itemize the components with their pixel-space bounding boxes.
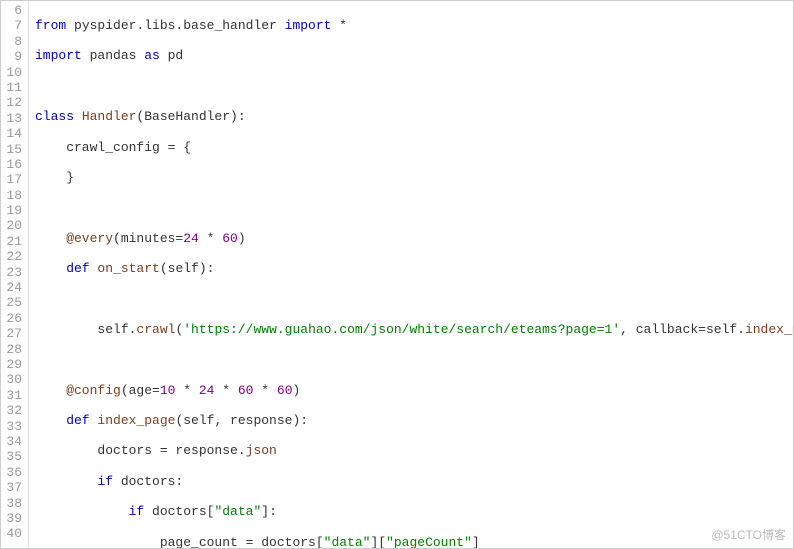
code-editor[interactable]: 6789101112131415161718192021222324252627…: [0, 0, 794, 549]
code-line: self.crawl('https://www.guahao.com/json/…: [35, 322, 793, 337]
code-line: if doctors:: [35, 474, 793, 489]
line-number: 12: [3, 95, 22, 110]
line-number: 31: [3, 388, 22, 403]
line-number: 24: [3, 280, 22, 295]
code-line: @every(minutes=24 * 60): [35, 231, 793, 246]
line-number: 35: [3, 449, 22, 464]
line-number: 19: [3, 203, 22, 218]
line-number: 32: [3, 403, 22, 418]
watermark-text: @51CTO博客: [711, 526, 786, 543]
line-number: 14: [3, 126, 22, 141]
line-number: 23: [3, 265, 22, 280]
line-number: 28: [3, 342, 22, 357]
line-number: 18: [3, 188, 22, 203]
line-number: 33: [3, 419, 22, 434]
line-number: 30: [3, 372, 22, 387]
line-number: 15: [3, 142, 22, 157]
code-line: crawl_config = {: [35, 140, 793, 155]
line-number: 36: [3, 465, 22, 480]
code-line: @config(age=10 * 24 * 60 * 60): [35, 383, 793, 398]
code-line: [35, 79, 793, 94]
line-number: 29: [3, 357, 22, 372]
code-line: page_count = doctors["data"]["pageCount"…: [35, 535, 793, 548]
line-number: 7: [3, 18, 22, 33]
line-number-gutter: 6789101112131415161718192021222324252627…: [1, 1, 29, 548]
line-number: 16: [3, 157, 22, 172]
code-line: import pandas as pd: [35, 48, 793, 63]
code-line: }: [35, 170, 793, 185]
code-line: def on_start(self):: [35, 261, 793, 276]
line-number: 38: [3, 496, 22, 511]
code-line: [35, 352, 793, 367]
line-number: 27: [3, 326, 22, 341]
line-number: 13: [3, 111, 22, 126]
code-line: class Handler(BaseHandler):: [35, 109, 793, 124]
code-line: if doctors["data"]:: [35, 504, 793, 519]
line-number: 8: [3, 34, 22, 49]
line-number: 25: [3, 295, 22, 310]
line-number: 26: [3, 311, 22, 326]
line-number: 34: [3, 434, 22, 449]
line-number: 17: [3, 172, 22, 187]
code-area[interactable]: from pyspider.libs.base_handler import *…: [29, 1, 793, 548]
line-number: 6: [3, 3, 22, 18]
code-line: def index_page(self, response):: [35, 413, 793, 428]
line-number: 11: [3, 80, 22, 95]
code-line: [35, 200, 793, 215]
line-number: 20: [3, 218, 22, 233]
line-number: 22: [3, 249, 22, 264]
line-number: 21: [3, 234, 22, 249]
line-number: 40: [3, 526, 22, 541]
code-line: doctors = response.json: [35, 443, 793, 458]
line-number: 39: [3, 511, 22, 526]
line-number: 9: [3, 49, 22, 64]
line-number: 37: [3, 480, 22, 495]
line-number: 10: [3, 65, 22, 80]
code-line: from pyspider.libs.base_handler import *: [35, 18, 793, 33]
code-line: [35, 292, 793, 307]
